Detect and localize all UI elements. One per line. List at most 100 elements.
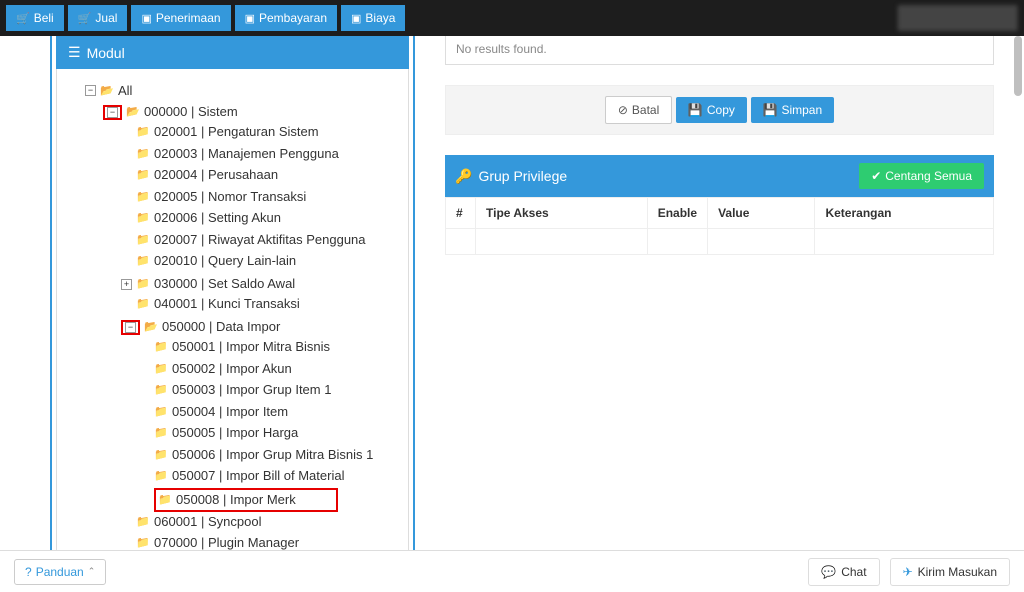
grup-privilege-header: 🔑Grup Privilege ✔Centang Semua — [445, 155, 994, 197]
folder-icon: 📁 — [136, 208, 150, 228]
modul-tree: −📂All−📂000000 | Sistem📁020001 | Pengatur… — [56, 69, 409, 550]
chat-button[interactable]: 💬Chat — [808, 558, 879, 586]
folder-icon: 📁 — [136, 187, 150, 207]
folder-icon: 📁 — [158, 490, 172, 510]
tree-item-020003[interactable]: 📁020003 | Manajemen Pengguna — [119, 144, 341, 164]
folder-icon: 📁 — [136, 512, 150, 532]
tree-item-020005[interactable]: 📁020005 | Nomor Transaksi — [119, 187, 308, 207]
action-bar: ⊘Batal 💾Copy 💾Simpan — [445, 85, 994, 135]
scrollbar[interactable] — [1012, 36, 1022, 550]
cart-icon: 🛒 — [16, 12, 30, 25]
chevron-up-icon: ⌃ — [88, 566, 96, 577]
tree-root-all[interactable]: −📂 All — [83, 81, 134, 101]
folder-icon: 📁 — [136, 230, 150, 250]
kirim-masukan-button[interactable]: ✈Kirim Masukan — [890, 558, 1010, 586]
folder-icon: 📁 — [154, 380, 168, 400]
collapse-icon[interactable]: − — [107, 107, 118, 118]
tree-item-050003[interactable]: 📁050003 | Impor Grup Item 1 — [137, 380, 333, 400]
col-tipe-akses: Tipe Akses — [476, 198, 648, 229]
col-index: # — [446, 198, 476, 229]
tree-item-020004[interactable]: 📁020004 | Perusahaan — [119, 165, 280, 185]
top-jual-button[interactable]: 🛒Jual — [68, 5, 128, 31]
tree-label: 050005 | Impor Harga — [172, 423, 298, 443]
top-penerimaan-button[interactable]: ▣Penerimaan — [131, 5, 230, 31]
tree-label: 020007 | Riwayat Aktifitas Pengguna — [154, 230, 366, 250]
modul-panel-header: ☰ Modul — [56, 36, 409, 69]
save-icon: 💾 — [763, 103, 778, 117]
cancel-icon: ⊘ — [618, 103, 628, 117]
tree-item-030000[interactable]: + 📁030000 | Set Saldo Awal — [119, 274, 297, 294]
folder-icon: 📁 — [154, 402, 168, 422]
tree-label: 050001 | Impor Mitra Bisnis — [172, 337, 330, 357]
chat-icon: 💬 — [821, 565, 836, 579]
folder-open-icon: 📂 — [100, 81, 114, 101]
help-icon: ? — [25, 565, 32, 579]
tree-label: All — [118, 81, 132, 101]
tree-item-050005[interactable]: 📁050005 | Impor Harga — [137, 423, 300, 443]
tree-label: 020003 | Manajemen Pengguna — [154, 144, 339, 164]
batal-button[interactable]: ⊘Batal — [605, 96, 672, 124]
top-biaya-button[interactable]: ▣Biaya — [341, 5, 405, 31]
tree-label: 000000 | Sistem — [144, 102, 238, 122]
tree-item-060001[interactable]: 📁060001 | Syncpool — [119, 512, 263, 532]
folder-open-icon: 📂 — [126, 102, 140, 122]
folder-icon: 📁 — [154, 359, 168, 379]
tree-label: 050004 | Impor Item — [172, 402, 288, 422]
tree-label: 030000 | Set Saldo Awal — [154, 274, 295, 294]
col-enable: Enable — [647, 198, 707, 229]
tree-item-050006[interactable]: 📁050006 | Impor Grup Mitra Bisnis 1 — [137, 445, 375, 465]
tree-item-020007[interactable]: 📁020007 | Riwayat Aktifitas Pengguna — [119, 230, 368, 250]
tree-label: 020004 | Perusahaan — [154, 165, 278, 185]
folder-icon: 📁 — [136, 122, 150, 142]
folder-icon: 📁 — [136, 251, 150, 271]
tree-item-050007[interactable]: 📁050007 | Impor Bill of Material — [137, 466, 346, 486]
folder-icon: 📁 — [154, 445, 168, 465]
tree-item-050004[interactable]: 📁050004 | Impor Item — [137, 402, 290, 422]
collapse-icon[interactable]: − — [125, 322, 136, 333]
simpan-button[interactable]: 💾Simpan — [751, 97, 835, 123]
tree-item-000000[interactable]: −📂000000 | Sistem — [101, 102, 240, 122]
collapse-icon[interactable]: − — [85, 85, 96, 96]
folder-icon: 📁 — [136, 274, 150, 294]
cash-icon: ▣ — [351, 12, 361, 25]
tree-label: 050003 | Impor Grup Item 1 — [172, 380, 331, 400]
topbar: 🛒Beli 🛒Jual ▣Penerimaan ▣Pembayaran ▣Bia… — [0, 0, 1024, 36]
top-beli-button[interactable]: 🛒Beli — [6, 5, 64, 31]
folder-icon: 📁 — [136, 165, 150, 185]
folder-icon: 📁 — [154, 337, 168, 357]
top-pembayaran-button[interactable]: ▣Pembayaran — [235, 5, 337, 31]
col-keterangan: Keterangan — [815, 198, 994, 229]
save-icon: 💾 — [688, 103, 703, 117]
tree-label: 050000 | Data Impor — [162, 317, 280, 337]
tree-label: 050002 | Impor Akun — [172, 359, 292, 379]
tree-label: 060001 | Syncpool — [154, 512, 261, 532]
tree-item-050002[interactable]: 📁050002 | Impor Akun — [137, 359, 294, 379]
cash-icon: ▣ — [245, 12, 255, 25]
modul-title: Modul — [87, 45, 125, 61]
panduan-button[interactable]: ? Panduan ⌃ — [14, 559, 106, 585]
tree-item-050008[interactable]: 📁050008 | Impor Merk — [137, 488, 340, 512]
tree-item-020010[interactable]: 📁020010 | Query Lain-lain — [119, 251, 298, 271]
tree-item-040001[interactable]: 📁040001 | Kunci Transaksi — [119, 294, 302, 314]
folder-icon: 📁 — [136, 294, 150, 314]
tree-item-050000[interactable]: −📂050000 | Data Impor — [119, 317, 282, 337]
tree-label: 020006 | Setting Akun — [154, 208, 281, 228]
privilege-table: # Tipe Akses Enable Value Keterangan — [445, 197, 994, 255]
col-value: Value — [708, 198, 815, 229]
key-icon: 🔑 — [455, 168, 472, 185]
tree-item-070000[interactable]: 📁070000 | Plugin Manager — [119, 533, 301, 550]
expand-icon[interactable]: + — [121, 279, 132, 290]
folder-icon: 📁 — [154, 466, 168, 486]
tree-item-020006[interactable]: 📁020006 | Setting Akun — [119, 208, 283, 228]
copy-button[interactable]: 💾Copy — [676, 97, 747, 123]
folder-icon: 📁 — [136, 533, 150, 550]
check-icon: ✔ — [871, 169, 881, 183]
tree-label: 020001 | Pengaturan Sistem — [154, 122, 319, 142]
cart-icon: 🛒 — [78, 12, 92, 25]
folder-open-icon: 📂 — [144, 317, 158, 337]
tree-label: 070000 | Plugin Manager — [154, 533, 299, 550]
tree-item-020001[interactable]: 📁020001 | Pengaturan Sistem — [119, 122, 321, 142]
cash-icon: ▣ — [141, 12, 151, 25]
centang-semua-button[interactable]: ✔Centang Semua — [859, 163, 984, 189]
tree-item-050001[interactable]: 📁050001 | Impor Mitra Bisnis — [137, 337, 332, 357]
